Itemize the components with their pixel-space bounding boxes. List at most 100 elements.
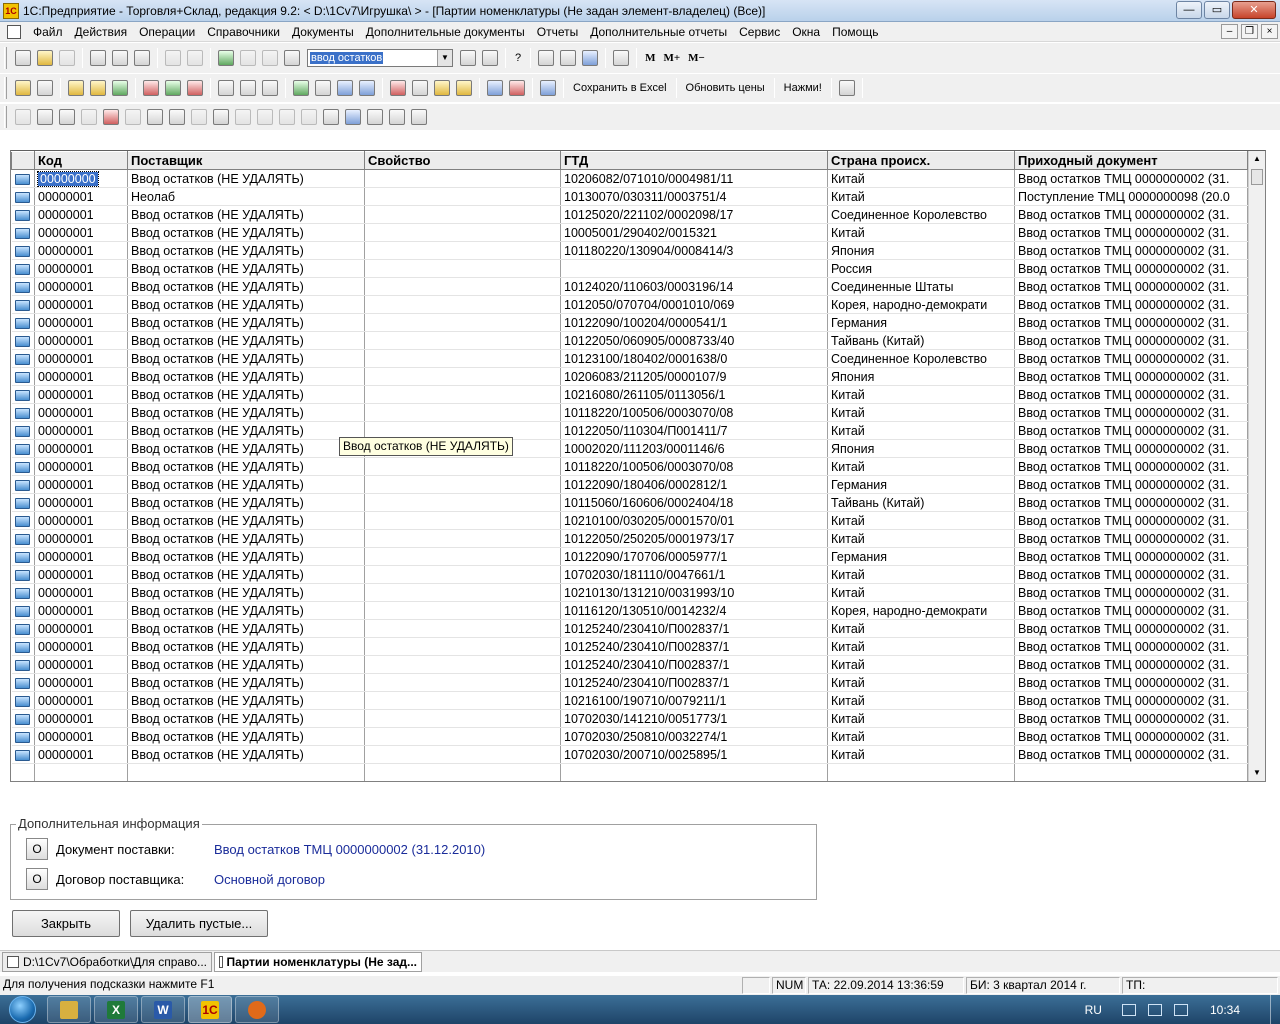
taskbar-firefox[interactable] — [235, 996, 279, 1023]
arrow-out-icon[interactable] — [187, 80, 203, 96]
column-header-property[interactable]: Свойство — [364, 151, 561, 170]
cell-country[interactable]: Германия — [827, 313, 1015, 332]
table-row[interactable]: 00000001 Ввод остатков (НЕ УДАЛЯТЬ) 101180… — [11, 241, 1248, 260]
table-row[interactable]: 00000001 Ввод остатков (НЕ УДАЛЯТЬ) 102101… — [11, 511, 1248, 530]
cell-gtd[interactable]: 10122050/110304/П001411/7 — [560, 421, 828, 440]
cell-incoming-doc[interactable]: Ввод остатков ТМЦ 0000000002 (31. — [1014, 745, 1248, 764]
cell-code[interactable]: 00000001 — [34, 295, 128, 314]
save-icon[interactable] — [59, 50, 75, 66]
cell-incoming-doc[interactable]: Ввод остатков ТМЦ 0000000002 (31. — [1014, 313, 1248, 332]
cell-incoming-doc[interactable]: Ввод остатков ТМЦ 0000000002 (31. — [1014, 403, 1248, 422]
chevron-down-icon[interactable]: ▼ — [437, 50, 452, 66]
page-icon[interactable] — [37, 80, 53, 96]
taskbar-explorer[interactable] — [47, 996, 91, 1023]
cell-supplier[interactable]: Ввод остатков (НЕ УДАЛЯТЬ) — [127, 295, 365, 314]
cell-icon[interactable] — [11, 565, 35, 584]
start-button[interactable] — [0, 995, 44, 1024]
cell-supplier[interactable]: Ввод остатков (НЕ УДАЛЯТЬ) — [127, 277, 365, 296]
table-row[interactable]: 00000001 Ввод остатков (НЕ УДАЛЯТЬ) 102060… — [11, 367, 1248, 386]
pencil-icon[interactable] — [456, 80, 472, 96]
cell-property[interactable] — [364, 511, 561, 530]
sort-desc-icon[interactable] — [301, 109, 317, 125]
search-value[interactable]: ввод остатков — [310, 52, 384, 64]
cell-supplier[interactable]: Ввод остатков (НЕ УДАЛЯТЬ) — [127, 745, 365, 764]
window-tab-batches[interactable]: Партии номенклатуры (Не зад... — [214, 951, 422, 972]
toolbar-grip[interactable] — [4, 106, 7, 128]
cell-gtd[interactable]: 10118220/100506/0003070/08 — [560, 457, 828, 476]
cell-code[interactable]: 00000001 — [34, 187, 128, 206]
journal-icon[interactable] — [68, 80, 84, 96]
network-icon[interactable] — [1147, 1003, 1162, 1016]
cell-incoming-doc[interactable]: Ввод остатков ТМЦ 0000000002 (31. — [1014, 691, 1248, 710]
close-button[interactable]: Закрыть — [12, 910, 120, 937]
cell-supplier[interactable]: Ввод остатков (НЕ УДАЛЯТЬ) — [127, 655, 365, 674]
cell-incoming-doc[interactable]: Ввод остатков ТМЦ 0000000002 (31. — [1014, 637, 1248, 656]
cell-country[interactable]: Китай — [827, 655, 1015, 674]
column-header-icon[interactable] — [11, 151, 35, 170]
cell-icon[interactable] — [11, 349, 35, 368]
vertical-scrollbar[interactable]: ▲ ▼ — [1248, 151, 1265, 781]
cell-incoming-doc[interactable]: Ввод остатков ТМЦ 0000000002 (31. — [1014, 331, 1248, 350]
delete-empty-button[interactable]: Удалить пустые... — [130, 910, 268, 937]
press-button[interactable]: Нажми! — [779, 79, 827, 97]
table-row[interactable]: 00000000 Ввод остатков (НЕ УДАЛЯТЬ) 102060… — [11, 169, 1248, 188]
table-row[interactable]: 00000001 Ввод остатков (НЕ УДАЛЯТЬ) 101161… — [11, 601, 1248, 620]
filter-icon[interactable] — [213, 109, 229, 125]
cell-icon[interactable] — [11, 601, 35, 620]
chart-icon[interactable] — [434, 80, 450, 96]
taskbar-word[interactable]: W — [141, 996, 185, 1023]
cell-supplier[interactable]: Ввод остатков (НЕ УДАЛЯТЬ) — [127, 313, 365, 332]
cell-code[interactable]: 00000001 — [34, 547, 128, 566]
cell-code[interactable]: 00000001 — [34, 565, 128, 584]
cell-property[interactable] — [364, 691, 561, 710]
cell-supplier[interactable]: Ввод остатков (НЕ УДАЛЯТЬ) — [127, 475, 365, 494]
menu-help[interactable]: Помощь — [826, 22, 884, 42]
cell-property[interactable] — [364, 187, 561, 206]
table-row[interactable]: 00000001 Ввод остатков (НЕ УДАЛЯТЬ) 101231… — [11, 349, 1248, 368]
cell-code[interactable]: 00000001 — [34, 385, 128, 404]
stock-icon[interactable] — [390, 80, 406, 96]
cell-incoming-doc[interactable]: Ввод остатков ТМЦ 0000000002 (31. — [1014, 565, 1248, 584]
cell-icon[interactable] — [11, 439, 35, 458]
cell-country[interactable]: Тайвань (Китай) — [827, 493, 1015, 512]
cell-gtd[interactable] — [560, 259, 828, 278]
cell-incoming-doc[interactable]: Ввод остатков ТМЦ 0000000002 (31. — [1014, 421, 1248, 440]
menu-windows[interactable]: Окна — [786, 22, 826, 42]
cell-property[interactable] — [364, 475, 561, 494]
cell-property[interactable] — [364, 547, 561, 566]
cell-code[interactable]: 00000001 — [34, 619, 128, 638]
cell-supplier[interactable]: Ввод остатков (НЕ УДАЛЯТЬ) — [127, 583, 365, 602]
cell-icon[interactable] — [11, 187, 35, 206]
cell-gtd[interactable]: 101180220/130904/0008414/3 — [560, 241, 828, 260]
cell-property[interactable] — [364, 331, 561, 350]
menu-additional-documents[interactable]: Дополнительные документы — [360, 22, 531, 42]
cell-country[interactable]: Япония — [827, 241, 1015, 260]
cell-property[interactable] — [364, 709, 561, 728]
cell-gtd[interactable]: 10210100/030205/0001570/01 — [560, 511, 828, 530]
cell-incoming-doc[interactable]: Ввод остатков ТМЦ 0000000002 (31. — [1014, 349, 1248, 368]
copy-row-icon[interactable] — [125, 109, 141, 125]
cell-supplier[interactable]: Ввод остатков (НЕ УДАЛЯТЬ) — [127, 259, 365, 278]
menu-file[interactable]: Файл — [27, 22, 69, 42]
cell-property[interactable] — [364, 619, 561, 638]
tree-icon[interactable] — [293, 80, 309, 96]
taskbar-1c[interactable]: 1C — [188, 996, 232, 1023]
document-window-icon[interactable] — [7, 24, 21, 39]
cell-supplier[interactable]: Ввод остатков (НЕ УДАЛЯТЬ) — [127, 727, 365, 746]
cell-gtd[interactable]: 10206083/211205/0000107/9 — [560, 367, 828, 386]
cell-property[interactable] — [364, 583, 561, 602]
cell-supplier[interactable]: Ввод остатков (НЕ УДАЛЯТЬ) — [127, 439, 365, 458]
open-folder-icon[interactable] — [37, 50, 53, 66]
cell-country[interactable]: Китай — [827, 727, 1015, 746]
cell-gtd[interactable]: 10125240/230410/П002837/1 — [560, 637, 828, 656]
cell-property[interactable] — [364, 727, 561, 746]
table-row[interactable]: 00000001 Ввод остатков (НЕ УДАЛЯТЬ) 107020… — [11, 709, 1248, 728]
cell-gtd[interactable]: 10216080/261105/0113056/1 — [560, 385, 828, 404]
cell-property[interactable] — [364, 529, 561, 548]
cell-code[interactable]: 00000001 — [34, 313, 128, 332]
cell-gtd[interactable]: 10702030/250810/0032274/1 — [560, 727, 828, 746]
cell-supplier[interactable]: Ввод остатков (НЕ УДАЛЯТЬ) — [127, 367, 365, 386]
close-window-button[interactable]: ✕ — [1232, 1, 1276, 19]
cell-incoming-doc[interactable]: Ввод остатков ТМЦ 0000000002 (31. — [1014, 727, 1248, 746]
cell-country[interactable]: Китай — [827, 619, 1015, 638]
